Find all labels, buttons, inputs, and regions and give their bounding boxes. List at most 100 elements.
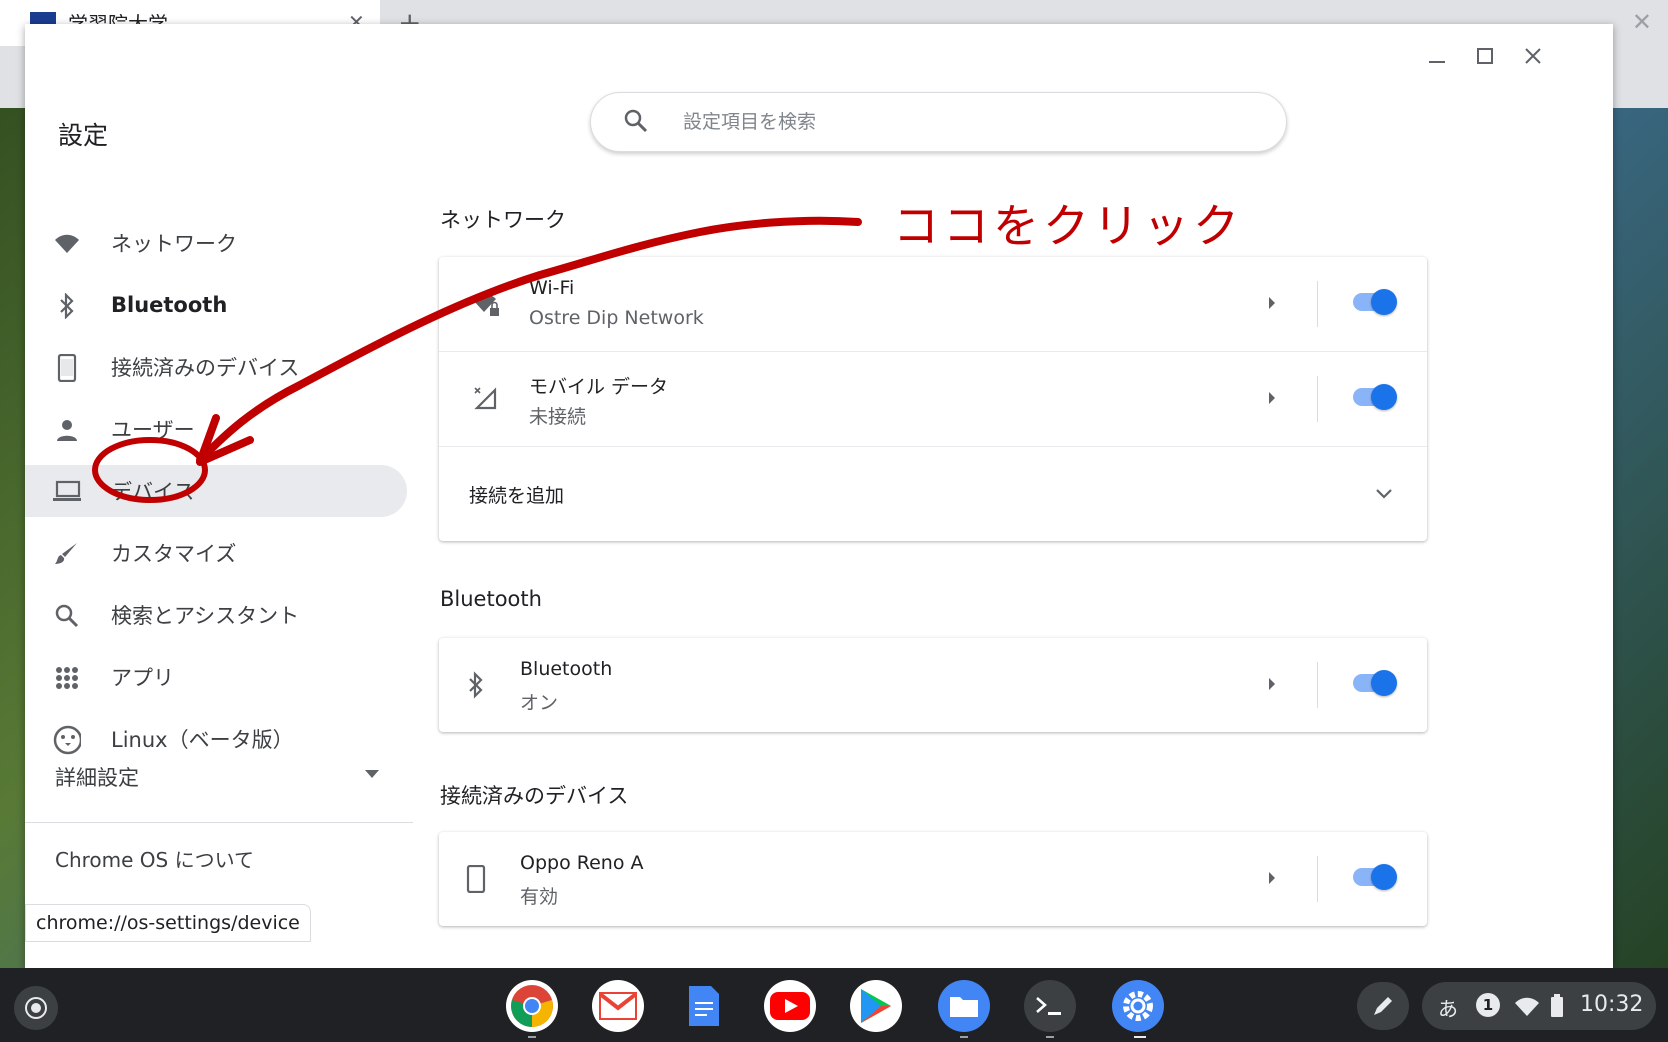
sidebar-item-label: 接続済みのデバイス [111, 356, 300, 380]
sidebar-item-connected-devices[interactable]: 接続済みのデバイス [25, 336, 410, 398]
advanced-settings[interactable]: 詳細設定 [55, 762, 139, 792]
chrome-app[interactable] [506, 980, 558, 1032]
apps-grid-icon [53, 664, 81, 692]
section-title-connected-devices: 接続済みのデバイス [440, 784, 629, 808]
running-indicator [1046, 1036, 1054, 1038]
status-url-tooltip: chrome://os-settings/device [25, 904, 311, 942]
phone-icon [461, 864, 491, 894]
laptop-icon [53, 477, 81, 505]
folder-icon [950, 997, 978, 1017]
divider [25, 822, 413, 823]
divider [1317, 376, 1318, 422]
launcher-icon [25, 997, 47, 1019]
minimize-icon [1429, 61, 1445, 63]
sidebar-nav: ネットワーク Bluetooth 接続済みのデバイス ユーザー デバイス カスタ… [25, 212, 410, 770]
bluetooth-toggle[interactable] [1353, 670, 1397, 696]
mobile-data-status: 未接続 [529, 406, 587, 428]
search-icon [53, 602, 81, 630]
wifi-icon [53, 230, 81, 258]
brush-icon [53, 540, 81, 568]
sidebar-item-personalization[interactable]: カスタマイズ [25, 522, 410, 584]
section-title-network: ネットワーク [440, 208, 566, 232]
chevron-down-icon [1375, 485, 1393, 504]
battery-icon [1550, 994, 1564, 1022]
sidebar-item-search-assistant[interactable]: 検索とアシスタント [25, 584, 410, 646]
person-icon [53, 416, 81, 444]
sidebar-item-label: Linux（ベータ版） [111, 728, 294, 752]
search-input[interactable] [681, 102, 1245, 142]
launcher-button[interactable] [14, 986, 58, 1030]
bluetooth-status: オン [520, 692, 559, 714]
terminal-app[interactable] [1024, 980, 1076, 1032]
mobile-data-label: モバイル データ [529, 376, 669, 398]
settings-app[interactable] [1112, 980, 1164, 1032]
sidebar-item-linux[interactable]: Linux（ベータ版） [25, 708, 410, 770]
sidebar-item-users[interactable]: ユーザー [25, 398, 410, 460]
wifi-lock-icon [471, 289, 501, 319]
penguin-icon [53, 725, 81, 755]
divider [1317, 662, 1318, 708]
sidebar-item-device[interactable]: デバイス [25, 465, 407, 517]
notification-badge: 1 [1476, 993, 1500, 1017]
minimize-button[interactable] [1419, 38, 1455, 74]
sidebar-item-label: カスタマイズ [111, 542, 237, 566]
maximize-button[interactable] [1467, 38, 1503, 74]
mobile-data-row[interactable]: モバイル データ 未接続 [439, 352, 1427, 447]
docs-app[interactable] [678, 980, 730, 1032]
sidebar-item-bluetooth[interactable]: Bluetooth [25, 274, 410, 336]
about-chrome-os[interactable]: Chrome OS について [55, 844, 254, 873]
settings-search[interactable] [590, 92, 1287, 152]
bluetooth-icon [53, 292, 81, 320]
wifi-network-name: Ostre Dip Network [529, 307, 704, 329]
add-connection-row[interactable]: 接続を追加 [439, 447, 1427, 541]
phone-icon [53, 354, 81, 382]
network-card: Wi-Fi Ostre Dip Network モバイル データ 未接続 接続を… [439, 257, 1427, 541]
clock: 10:32 [1580, 992, 1644, 1017]
wifi-icon [1514, 995, 1540, 1021]
chrome-icon [511, 985, 553, 1027]
youtube-app[interactable] [764, 980, 816, 1032]
page-title: 設定 [58, 121, 109, 150]
sidebar-item-label: 検索とアシスタント [111, 604, 300, 628]
sidebar-item-apps[interactable]: アプリ [25, 646, 410, 708]
play-store-app[interactable] [850, 980, 902, 1032]
terminal-icon [1036, 997, 1061, 1015]
ime-indicator: あ [1438, 997, 1458, 1021]
add-connection-label: 接続を追加 [469, 485, 565, 507]
arrow-right-icon [1269, 678, 1275, 690]
browser-close-button[interactable]: ✕ [1632, 8, 1652, 36]
device-toggle[interactable] [1353, 864, 1397, 890]
sidebar-item-label: デバイス [111, 480, 195, 504]
search-icon [623, 108, 649, 138]
play-store-icon [861, 989, 891, 1023]
arrow-right-icon [1269, 297, 1275, 309]
bluetooth-row[interactable]: Bluetooth オン [439, 638, 1427, 732]
wifi-row[interactable]: Wi-Fi Ostre Dip Network [439, 257, 1427, 352]
status-tray[interactable]: あ 1 10:32 [1422, 982, 1656, 1030]
files-app[interactable] [938, 980, 990, 1032]
settings-window: 設定 ネットワーク Bluetooth 接続済みのデバイス [25, 24, 1613, 968]
sidebar-item-label: アプリ [111, 666, 174, 690]
bluetooth-icon [461, 670, 491, 700]
caret-down-icon [365, 770, 379, 778]
close-window-button[interactable] [1515, 38, 1551, 74]
connected-devices-card: Oppo Reno A 有効 [439, 832, 1427, 926]
sidebar-item-label: ユーザー [111, 418, 195, 442]
wifi-toggle[interactable] [1353, 289, 1397, 315]
wifi-label: Wi-Fi [529, 277, 575, 299]
mobile-data-toggle[interactable] [1353, 384, 1397, 410]
running-indicator [528, 1036, 536, 1038]
bluetooth-label: Bluetooth [520, 658, 613, 680]
connected-device-row[interactable]: Oppo Reno A 有効 [439, 832, 1427, 926]
sidebar-item-network[interactable]: ネットワーク [25, 212, 410, 274]
gmail-app[interactable] [592, 980, 644, 1032]
device-name: Oppo Reno A [520, 852, 644, 874]
gear-icon [1123, 991, 1153, 1021]
divider [1317, 281, 1318, 327]
annotation-text: ココをクリック [893, 199, 1243, 253]
active-indicator [1134, 1036, 1146, 1038]
stylus-tools-button[interactable] [1357, 982, 1409, 1030]
bluetooth-card: Bluetooth オン [439, 638, 1427, 732]
section-title-bluetooth: Bluetooth [440, 587, 542, 611]
device-status: 有効 [520, 886, 559, 908]
